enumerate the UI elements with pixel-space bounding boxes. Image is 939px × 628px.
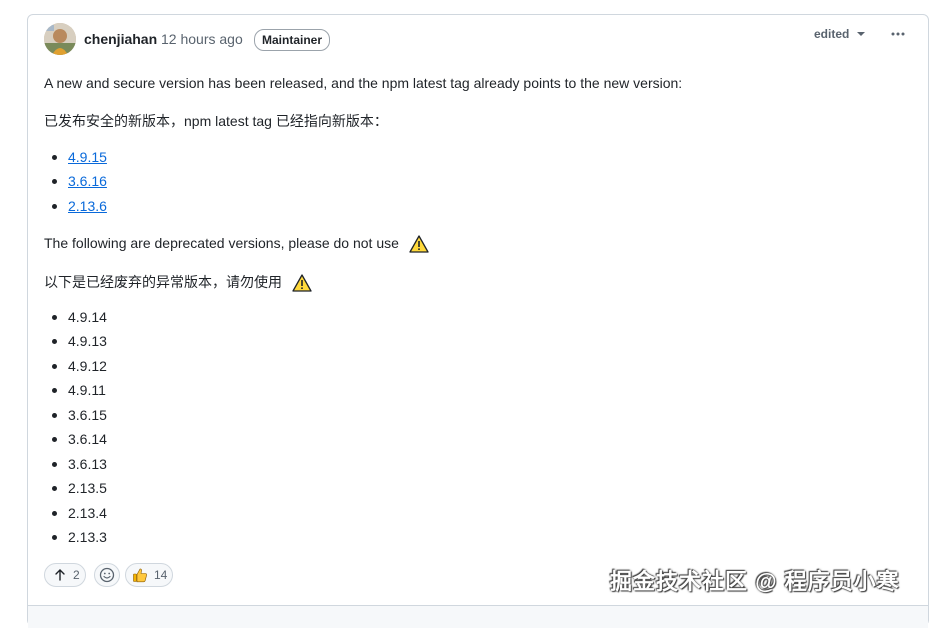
- bullet: [52, 155, 57, 160]
- comment-footer-divider: [28, 605, 928, 628]
- edited-dropdown[interactable]: edited: [814, 27, 866, 41]
- version-link[interactable]: 3.6.16: [68, 171, 107, 191]
- arrow-up-icon: [55, 569, 65, 581]
- bullet: [52, 364, 57, 369]
- version-link[interactable]: 4.9.15: [68, 147, 107, 167]
- deprecated-en-line: The following are deprecated versions, p…: [44, 235, 429, 253]
- bullet: [52, 339, 57, 344]
- version-link[interactable]: 2.13.6: [68, 196, 107, 216]
- bullet: [52, 511, 57, 516]
- comment-card: chenjiahan 12 hours ago Maintainer edite…: [27, 14, 929, 628]
- upvote-button[interactable]: 2: [44, 563, 86, 587]
- warning-icon: [292, 274, 312, 292]
- bullet: [52, 204, 57, 209]
- thumbs-up-icon: [133, 568, 147, 583]
- version-text: 2.13.5: [68, 480, 107, 496]
- kebab-dots-icon: [891, 32, 905, 36]
- version-text: 4.9.13: [68, 333, 107, 349]
- version-text: 3.6.14: [68, 431, 107, 447]
- deprecated-en-text: The following are deprecated versions, p…: [44, 235, 399, 251]
- version-text: 2.13.3: [68, 529, 107, 545]
- watermark: 掘金技术社区 @ 程序员小寒: [610, 569, 900, 594]
- kebab-horizontal-icon[interactable]: [887, 23, 909, 45]
- comment-header: chenjiahan 12 hours ago Maintainer edite…: [28, 15, 928, 65]
- version-text: 2.13.4: [68, 505, 107, 521]
- version-text: 3.6.13: [68, 456, 107, 472]
- bullet: [52, 388, 57, 393]
- author-name[interactable]: chenjiahan: [84, 31, 157, 47]
- warning-icon: [409, 235, 429, 253]
- version-text: 4.9.11: [68, 382, 106, 398]
- release-en-text: A new and secure version has been releas…: [44, 75, 683, 91]
- thumbs-up-count: 14: [154, 568, 168, 582]
- version-text: 4.9.14: [68, 309, 107, 325]
- triangle-down-icon: [857, 32, 866, 36]
- role-badge: Maintainer: [254, 29, 331, 51]
- bullet: [52, 437, 57, 442]
- bullet: [52, 413, 57, 418]
- deprecated-zh-text: 以下是已经废弃的异常版本，请勿使用: [44, 274, 282, 290]
- thumbs-up-reaction[interactable]: 14: [125, 563, 173, 587]
- version-text: 4.9.12: [68, 358, 107, 374]
- deprecated-zh-line: 以下是已经废弃的异常版本，请勿使用: [44, 272, 312, 292]
- edited-label: edited: [814, 27, 850, 41]
- add-reaction-button[interactable]: [94, 563, 120, 587]
- bullet: [52, 315, 57, 320]
- bullet: [52, 486, 57, 491]
- avatar-image-icon: [44, 23, 76, 55]
- comment-timestamp[interactable]: 12 hours ago: [161, 31, 243, 47]
- release-zh-text: 已发布安全的新版本，npm latest tag 已经指向新版本：: [44, 113, 388, 129]
- smiley-icon: [99, 567, 115, 583]
- upvote-count: 2: [73, 568, 80, 582]
- avatar[interactable]: [44, 23, 76, 55]
- bullet: [52, 462, 57, 467]
- bullet: [52, 535, 57, 540]
- bullet: [52, 179, 57, 184]
- version-text: 3.6.15: [68, 407, 107, 423]
